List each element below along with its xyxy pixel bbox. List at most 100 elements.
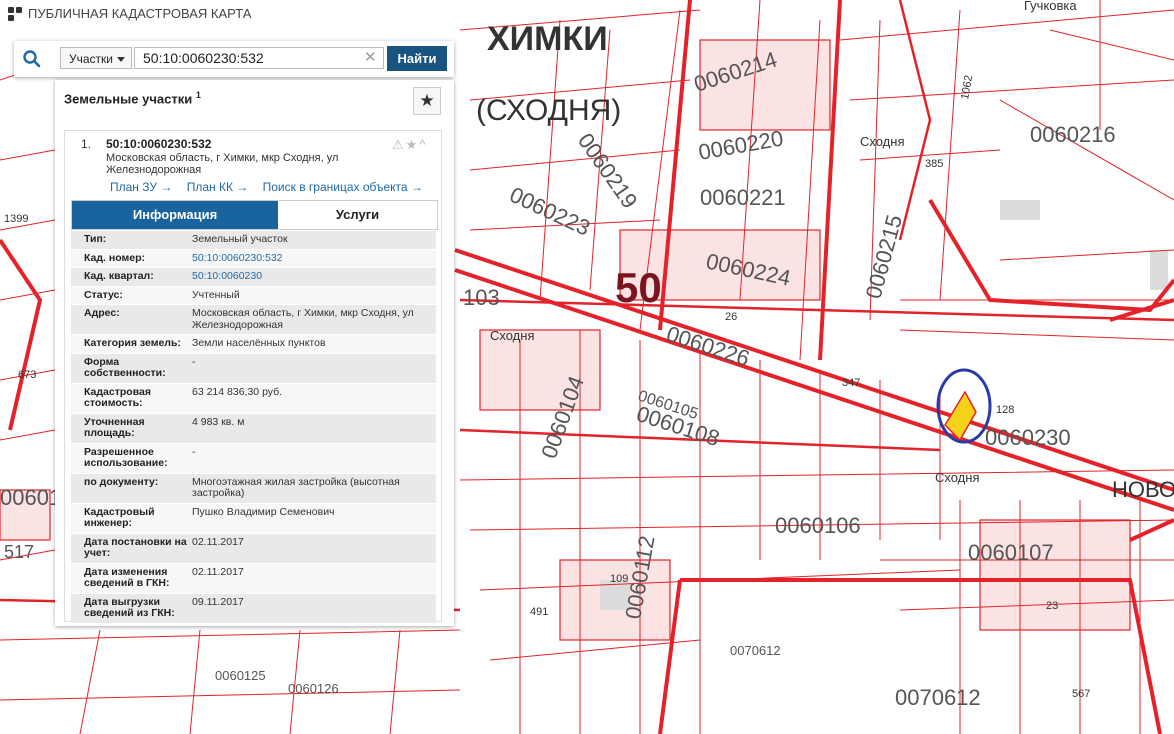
info-label: по документу: bbox=[84, 475, 159, 488]
quarter-label: 0060106 bbox=[775, 513, 861, 538]
quarter-label: 0070612 bbox=[895, 685, 981, 710]
quarter-label: 0060107 bbox=[968, 540, 1054, 565]
info-label: Кадастровый инженер: bbox=[84, 505, 155, 529]
quarter-label: 0060221 bbox=[700, 185, 786, 210]
tab-info[interactable]: Информация bbox=[72, 201, 278, 229]
parcel-number: 517 bbox=[4, 542, 34, 562]
info-row: Кадастровый инженер: Пушко Владимир Семен… bbox=[71, 503, 436, 534]
info-row: Дата постановки на учет: 02.11.2017 bbox=[71, 533, 436, 564]
tab-services[interactable]: Услуги bbox=[278, 201, 437, 229]
result-index: 1. bbox=[81, 137, 92, 151]
info-value: 02.11.2017 bbox=[192, 565, 244, 578]
parcel-number: 1399 bbox=[4, 213, 28, 225]
map-place-label: Сходня bbox=[490, 328, 535, 343]
result-address: Московская область, г Химки, мкр Сходня,… bbox=[106, 152, 339, 176]
warning-icon[interactable]: ⚠ bbox=[392, 137, 406, 152]
info-row: Кад. квартал: 50:10:0060230 bbox=[71, 268, 436, 287]
map-place-label: (СХОДНЯ) bbox=[476, 94, 621, 127]
quarter-label: 0060230 bbox=[985, 425, 1071, 450]
info-row: Адрес: Московская область, г Химки, мкр С… bbox=[71, 305, 436, 335]
quarter-label: 0060125 bbox=[215, 668, 266, 683]
parcel-number: 109 bbox=[610, 573, 628, 585]
info-label: Кадастровая стоимость: bbox=[84, 385, 151, 409]
result-card[interactable]: 1. 50:10:0060230:532 Московская область,… bbox=[64, 130, 442, 624]
search-type-label: Участки bbox=[69, 52, 113, 66]
parcel-number: 347 bbox=[842, 377, 860, 389]
info-table: Тип: Земельный участок Кад. номер: 50:10:00… bbox=[71, 231, 436, 624]
parcel-number: 385 bbox=[925, 158, 943, 170]
info-row: по документу: Многоэтажная жилая застройк… bbox=[71, 473, 436, 504]
quarter-label: 0060126 bbox=[288, 681, 339, 696]
info-value: Московская область, г Химки, мкр Сходня,… bbox=[192, 307, 414, 331]
info-row: Кадастровая стоимость: 63 214 836,30 руб. bbox=[71, 383, 436, 414]
map-place-label: Гучковка bbox=[1024, 0, 1077, 13]
quarter-label: 0060216 bbox=[1030, 122, 1116, 147]
info-label: Тип: bbox=[84, 233, 107, 245]
chevron-up-icon[interactable]: ^ bbox=[419, 137, 427, 152]
parcel-number: 673 bbox=[18, 369, 36, 381]
info-label: Кад. номер: bbox=[84, 251, 146, 264]
info-label: Кад. квартал: bbox=[84, 270, 154, 282]
info-value: 09.11.2017 bbox=[192, 595, 244, 608]
result-actions: ⚠★^ bbox=[392, 137, 427, 153]
parcel-number: 491 bbox=[530, 606, 548, 618]
info-value: 4 983 кв. м bbox=[192, 415, 245, 428]
info-value: Учтенный bbox=[192, 288, 240, 301]
panel-title: Земельные участки 1 bbox=[64, 90, 201, 106]
region-code-label: 50 bbox=[615, 264, 662, 311]
info-value: Земельный участок bbox=[192, 233, 288, 245]
search-bar: Участки ✕ Найти bbox=[14, 41, 454, 77]
info-value: - bbox=[192, 355, 196, 368]
info-label: Категория земель: bbox=[84, 337, 181, 349]
result-cadastral-id[interactable]: 50:10:0060230:532 bbox=[106, 137, 211, 151]
info-label: Дата выгрузки сведений из ГКН: bbox=[84, 595, 175, 619]
result-links: План ЗУ → План КК → Поиск в границах объ… bbox=[110, 180, 434, 194]
app-header: ПУБЛИЧНАЯ КАДАСТРОВАЯ КАРТА bbox=[8, 6, 251, 21]
info-row: Дата изменения сведений в ГКН: 02.11.2017 bbox=[71, 563, 436, 594]
parcel-number: 26 bbox=[725, 311, 737, 323]
info-label: Дата постановки на учет: bbox=[84, 535, 187, 559]
info-value: Земли населённых пунктов bbox=[192, 337, 326, 349]
info-value: - bbox=[192, 445, 196, 458]
map-place-label: ХИМКИ bbox=[487, 20, 608, 58]
search-input[interactable] bbox=[134, 47, 384, 69]
highlighted-parcel[interactable] bbox=[938, 370, 990, 442]
map-place-label: Сходня bbox=[860, 134, 905, 149]
favorite-star-button[interactable]: ★ bbox=[413, 87, 441, 115]
info-row: Форма собственности: - bbox=[71, 353, 436, 384]
info-value: 63 214 836,30 руб. bbox=[192, 385, 283, 398]
parcel-number: 567 bbox=[1072, 688, 1090, 700]
info-value[interactable]: 50:10:0060230:532 bbox=[189, 252, 436, 265]
clear-icon[interactable]: ✕ bbox=[364, 50, 377, 66]
info-label: Адрес: bbox=[84, 307, 120, 319]
link-search-in-bounds[interactable]: Поиск в границах объекта → bbox=[263, 180, 423, 194]
star-icon[interactable]: ★ bbox=[406, 137, 420, 152]
results-count: 1 bbox=[195, 90, 201, 100]
info-label: Дата изменения сведений в ГКН: bbox=[84, 565, 170, 589]
search-icon[interactable] bbox=[22, 49, 42, 69]
parcel-number: 103 bbox=[463, 285, 500, 310]
info-value: Многоэтажная жилая застройка (высотная з… bbox=[192, 475, 400, 499]
chevron-down-icon bbox=[117, 57, 125, 62]
results-panel: Земельные участки 1 ★ 1. 50:10:0060230:5… bbox=[55, 80, 454, 626]
info-label: Уточненная площадь: bbox=[84, 415, 145, 439]
info-value: Пушко Владимир Семенович bbox=[192, 505, 335, 518]
parcel-number: 23 bbox=[1046, 600, 1058, 612]
info-value: 02.11.2017 bbox=[192, 535, 244, 548]
map-place-label: НОВО bbox=[1112, 477, 1174, 502]
link-plan-kk[interactable]: План КК → bbox=[187, 180, 249, 194]
info-value[interactable]: 50:10:0060230 bbox=[189, 270, 436, 283]
info-label: Статус: bbox=[84, 288, 123, 301]
info-row: Кад. номер: 50:10:0060230:532 bbox=[71, 249, 436, 268]
info-label: Форма собственности: bbox=[84, 355, 166, 379]
search-type-select[interactable]: Участки bbox=[60, 47, 132, 69]
pkk-logo-icon bbox=[8, 6, 22, 21]
info-row: Статус: Учтенный bbox=[71, 286, 436, 305]
info-row: Категория земель: Земли населённых пункто… bbox=[71, 335, 436, 354]
info-row: Тип: Земельный участок bbox=[71, 231, 436, 250]
app-title: ПУБЛИЧНАЯ КАДАСТРОВАЯ КАРТА bbox=[28, 6, 252, 21]
search-submit-button[interactable]: Найти bbox=[387, 46, 447, 71]
info-row: Разрешенное использование: - bbox=[71, 443, 436, 474]
link-plan-zu[interactable]: План ЗУ → bbox=[110, 180, 172, 194]
result-tabs: Информация Услуги bbox=[71, 200, 438, 230]
